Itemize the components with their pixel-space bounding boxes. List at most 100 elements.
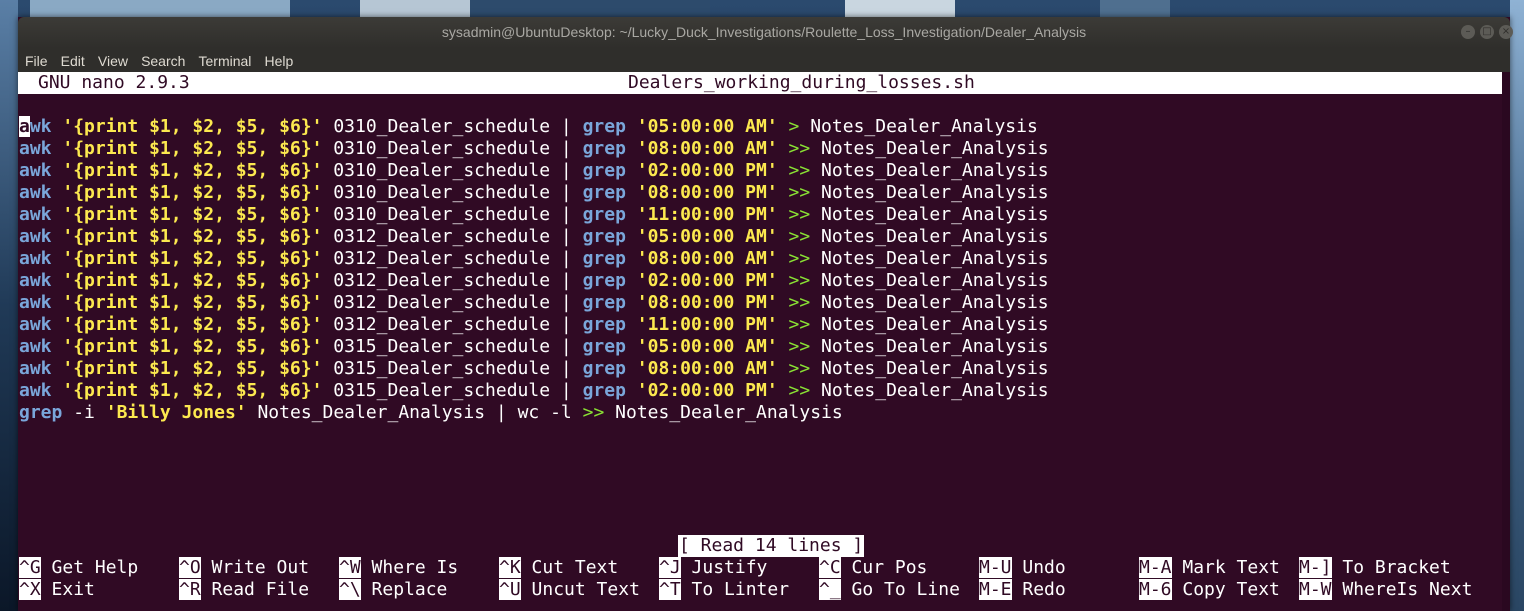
code-flag: -i — [73, 402, 95, 423]
code-pipe: | — [560, 116, 572, 137]
shortcut-label: Read File — [211, 579, 310, 600]
code-command: awk — [19, 138, 52, 159]
shortcut-label: Redo — [1022, 579, 1066, 600]
shortcut-key: ^_ — [819, 579, 841, 600]
code-line[interactable]: awk '{print $1, $2, $5, $6}' 0312_Dealer… — [19, 292, 1049, 314]
shortcut-mark-text[interactable]: M-A Mark Text — [1139, 557, 1280, 579]
code-line[interactable]: awk '{print $1, $2, $5, $6}' 0315_Dealer… — [19, 336, 1049, 358]
code-awk-program: '{print $1, $2, $5, $6}' — [62, 226, 323, 247]
maximize-button[interactable]: □ — [1480, 25, 1494, 39]
shortcut-key: ^R — [179, 579, 201, 600]
shortcut-label: Write Out — [211, 557, 310, 578]
code-redirect: > — [788, 116, 800, 137]
code-line[interactable]: awk '{print $1, $2, $5, $6}' 0310_Dealer… — [19, 160, 1049, 182]
code-awk-program: '{print $1, $2, $5, $6}' — [62, 182, 323, 203]
code-file: 0312_Dealer_schedule — [333, 292, 551, 313]
shortcut-uncut-text[interactable]: ^U Uncut Text — [499, 579, 640, 601]
shortcut-key: M-E — [979, 579, 1012, 600]
code-awk-program: '{print $1, $2, $5, $6}' — [62, 248, 323, 269]
nano-filename: Dealers_working_during_losses.sh — [628, 72, 975, 93]
title-bar[interactable]: sysadmin@UbuntuDesktop: ~/Lucky_Duck_Inv… — [18, 17, 1513, 48]
code-redirect: >> — [788, 358, 811, 379]
code-pipe: | — [560, 138, 572, 159]
shortcut-replace[interactable]: ^\ Replace — [339, 579, 447, 601]
code-command: awk — [19, 380, 52, 401]
code-wc: wc -l — [517, 402, 572, 423]
menu-view[interactable]: View — [94, 48, 132, 69]
code-target: Notes_Dealer_Analysis — [821, 204, 1049, 225]
nano-version: GNU nano 2.9.3 — [38, 72, 190, 93]
code-line[interactable]: awk '{print $1, $2, $5, $6}' 0310_Dealer… — [19, 138, 1049, 160]
shortcut-label: Where Is — [371, 557, 459, 578]
code-line[interactable]: awk '{print $1, $2, $5, $6}' 0312_Dealer… — [19, 314, 1049, 336]
code-file: 0310_Dealer_schedule — [333, 204, 551, 225]
code-pipe: | — [560, 248, 572, 269]
code-line[interactable]: awk '{print $1, $2, $5, $6}' 0312_Dealer… — [19, 270, 1049, 292]
shortcut-get-help[interactable]: ^G Get Help — [19, 557, 138, 579]
code-grep: grep — [582, 314, 626, 335]
code-line[interactable]: awk '{print $1, $2, $5, $6}' 0310_Dealer… — [19, 182, 1049, 204]
shortcut-justify[interactable]: ^J Justify — [659, 557, 767, 579]
shortcut-redo[interactable]: M-E Redo — [979, 579, 1066, 601]
shortcut-cur-pos[interactable]: ^C Cur Pos — [819, 557, 927, 579]
shortcut-key: ^J — [659, 557, 681, 578]
code-command: awk — [19, 292, 52, 313]
code-pipe: | — [560, 270, 572, 291]
code-pattern: '11:00:00 PM' — [636, 314, 778, 335]
shortcut-go-to-line[interactable]: ^_ Go To Line — [819, 579, 960, 601]
code-line[interactable]: awk '{print $1, $2, $5, $6}' 0315_Dealer… — [19, 380, 1049, 402]
menu-help[interactable]: Help — [261, 48, 298, 69]
code-pattern: '05:00:00 AM' — [636, 226, 778, 247]
code-redirect: >> — [788, 248, 811, 269]
menu-terminal[interactable]: Terminal — [195, 48, 256, 69]
code-line[interactable]: awk '{print $1, $2, $5, $6}' 0312_Dealer… — [19, 248, 1049, 270]
shortcut-key: ^G — [19, 557, 41, 578]
shortcut-label: Copy Text — [1182, 579, 1280, 600]
shortcut-whereis-next[interactable]: M-W WhereIs Next — [1299, 579, 1472, 601]
shortcut-read-file[interactable]: ^R Read File — [179, 579, 309, 601]
shortcut-to-linter[interactable]: ^T To Linter — [659, 579, 789, 601]
code-target: Notes_Dealer_Analysis — [615, 402, 843, 423]
shortcut-undo[interactable]: M-U Undo — [979, 557, 1066, 579]
code-grep: grep — [582, 160, 626, 181]
shortcut-label: Uncut Text — [531, 579, 640, 600]
code-target: Notes_Dealer_Analysis — [810, 116, 1038, 137]
shortcut-to-bracket[interactable]: M-] To Bracket — [1299, 557, 1451, 579]
terminal-scrollbar[interactable] — [1502, 72, 1510, 611]
menu-edit[interactable]: Edit — [57, 48, 89, 69]
shortcut-key: M-6 — [1139, 579, 1172, 600]
background-building — [845, 0, 955, 17]
code-awk-program: '{print $1, $2, $5, $6}' — [62, 292, 323, 313]
code-awk-program: '{print $1, $2, $5, $6}' — [62, 358, 323, 379]
code-pipe: | — [560, 380, 572, 401]
code-redirect: >> — [788, 270, 811, 291]
shortcut-key: M-A — [1139, 557, 1172, 578]
shortcut-key: ^W — [339, 557, 361, 578]
code-line[interactable]: awk '{print $1, $2, $5, $6}' 0312_Dealer… — [19, 226, 1049, 248]
shortcut-write-out[interactable]: ^O Write Out — [179, 557, 309, 579]
terminal-area[interactable]: GNU nano 2.9.3 Dealers_working_during_los… — [18, 72, 1510, 611]
close-button[interactable]: × — [1499, 25, 1513, 39]
code-redirect: >> — [788, 226, 811, 247]
code-awk-program: '{print $1, $2, $5, $6}' — [62, 160, 323, 181]
code-awk-program: '{print $1, $2, $5, $6}' — [62, 270, 323, 291]
code-pipe: | — [560, 204, 572, 225]
code-line[interactable]: awk '{print $1, $2, $5, $6}' 0310_Dealer… — [19, 204, 1049, 226]
background-building — [1100, 0, 1170, 17]
shortcut-copy-text[interactable]: M-6 Copy Text — [1139, 579, 1280, 601]
menu-search[interactable]: Search — [137, 48, 189, 69]
code-file: 0310_Dealer_schedule — [333, 182, 551, 203]
shortcut-cut-text[interactable]: ^K Cut Text — [499, 557, 618, 579]
shortcut-label: To Bracket — [1342, 557, 1451, 578]
shortcut-label: Undo — [1022, 557, 1066, 578]
menu-file[interactable]: File — [21, 48, 52, 69]
code-line[interactable]: awk '{print $1, $2, $5, $6}' 0310_Dealer… — [19, 116, 1038, 138]
shortcut-where-is[interactable]: ^W Where Is — [339, 557, 458, 579]
code-file: Notes_Dealer_Analysis — [257, 402, 486, 423]
shortcut-exit[interactable]: ^X Exit — [19, 579, 95, 601]
code-file: 0312_Dealer_schedule — [333, 226, 551, 247]
code-command: awk — [19, 336, 52, 357]
code-line[interactable]: awk '{print $1, $2, $5, $6}' 0315_Dealer… — [19, 358, 1049, 380]
minimize-button[interactable]: – — [1461, 25, 1475, 39]
code-line-last[interactable]: grep -i 'Billy Jones' Notes_Dealer_Analy… — [19, 402, 843, 424]
